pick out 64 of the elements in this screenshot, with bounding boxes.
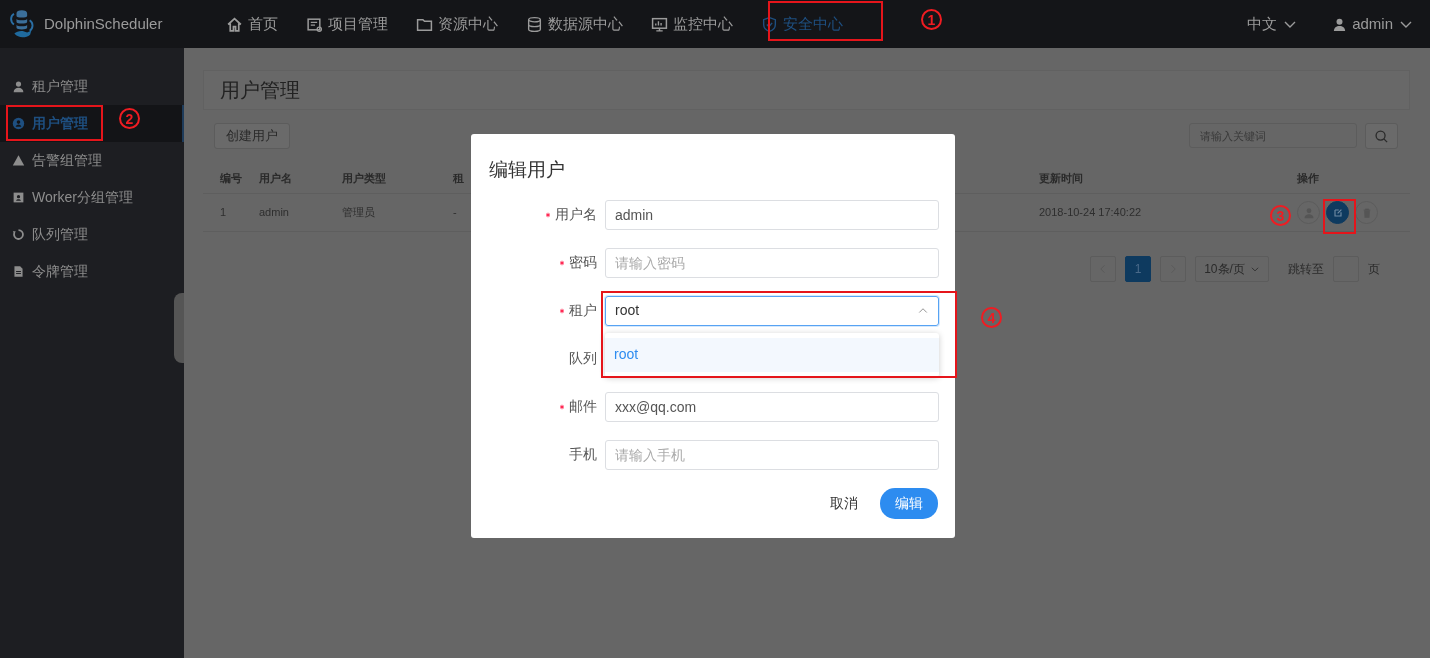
input-field[interactable]: admin	[605, 199, 939, 230]
sidebar-item[interactable]: 队列管理	[0, 216, 184, 253]
language-menu[interactable]: 中文	[1243, 6, 1303, 42]
sidebar-item[interactable]: 租户管理	[0, 68, 184, 105]
cancel-button[interactable]: 取消	[824, 491, 864, 515]
column-header: 编号	[220, 172, 242, 185]
field-label: 租户	[569, 301, 597, 320]
id-card-icon	[12, 191, 25, 204]
table-cell: -	[453, 206, 457, 219]
column-header: 操作	[1297, 172, 1319, 185]
edit-button[interactable]: 编辑	[880, 487, 938, 519]
nav-item[interactable]: 监控中心	[647, 6, 737, 42]
table-cell: admin	[259, 206, 289, 219]
list-icon	[306, 15, 323, 33]
shield-icon	[761, 15, 778, 33]
highlight-box	[1323, 199, 1356, 234]
step-number: 1	[921, 9, 942, 30]
user-icon	[12, 117, 25, 130]
sidebar-item[interactable]: Worker分组管理	[0, 179, 184, 216]
edit-icon	[1331, 206, 1344, 219]
sidebar-item[interactable]: 告警组管理	[0, 142, 184, 179]
column-header: 用户类型	[342, 172, 386, 185]
brand-name: DolphinScheduler	[44, 13, 163, 34]
nav-item[interactable]: 项目管理	[302, 6, 392, 42]
create-user-button[interactable]: 创建用户	[214, 123, 290, 149]
field-label: 用户名	[555, 205, 597, 224]
input-field[interactable]: 请输入密码	[605, 247, 939, 278]
search-icon	[1374, 128, 1389, 144]
input-field[interactable]: 请输入手机	[605, 439, 939, 470]
monitor-icon	[651, 15, 668, 33]
nav-item[interactable]: 首页	[222, 6, 282, 42]
collapse-handle[interactable]	[174, 293, 184, 363]
field-label: 密码	[569, 253, 597, 272]
user-menu[interactable]: admin	[1328, 6, 1418, 42]
file-icon	[12, 265, 25, 278]
field-label: 队列	[569, 349, 597, 368]
database-icon	[526, 15, 543, 33]
dropdown-option[interactable]: root	[605, 337, 939, 372]
field-label: 邮件	[569, 397, 597, 416]
user-icon	[1332, 16, 1348, 32]
step-number: 3	[1270, 205, 1291, 226]
step-number: 4	[981, 307, 1002, 328]
field-label: 手机	[569, 445, 597, 464]
page-unit-label: 页	[1368, 261, 1380, 278]
table-cell: 2018-10-24 17:40:22	[1039, 206, 1142, 219]
dialog-title: 编辑用户	[489, 158, 566, 182]
nav-item[interactable]: 数据源中心	[522, 6, 627, 42]
column-header: 租	[453, 172, 464, 185]
sidebar-item[interactable]: 令牌管理	[0, 253, 184, 290]
column-header: 用户名	[259, 172, 292, 185]
input-field[interactable]: xxx@qq.com	[605, 391, 939, 422]
search-button[interactable]	[1365, 123, 1398, 149]
user-icon	[12, 80, 25, 93]
action-button[interactable]	[1326, 201, 1349, 224]
action-button[interactable]	[1355, 201, 1378, 224]
step-number: 2	[119, 108, 140, 129]
recycle-icon	[12, 228, 25, 241]
nav-item[interactable]: 资源中心	[412, 6, 502, 42]
home-icon	[226, 15, 243, 33]
tenant-select[interactable]: root	[605, 295, 939, 326]
column-header: 更新时间	[1039, 172, 1083, 185]
chevron-down-icon	[1249, 264, 1260, 274]
warning-icon	[12, 154, 25, 167]
page-title: 用户管理	[203, 70, 1410, 110]
